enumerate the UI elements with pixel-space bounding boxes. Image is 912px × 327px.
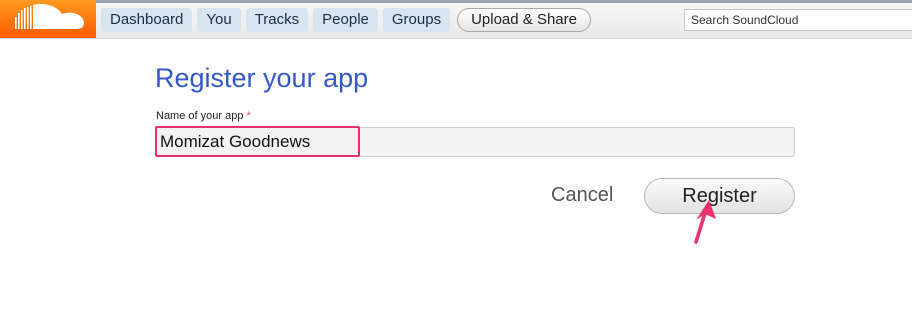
app-name-input[interactable] [157,128,794,156]
nav-people[interactable]: People [313,8,378,32]
soundcloud-logo-icon[interactable] [0,0,96,38]
pointer-arrow-icon [694,200,716,244]
app-name-field [156,127,795,157]
page: Dashboard You Tracks People Groups Uploa… [0,0,912,327]
window-top-strip [0,0,912,3]
top-navigation-bar: Dashboard You Tracks People Groups Uploa… [0,0,912,39]
nav-you[interactable]: You [197,8,241,32]
nav-dashboard[interactable]: Dashboard [101,8,193,32]
page-title: Register your app [155,63,369,93]
cancel-link[interactable]: Cancel [551,184,613,207]
app-name-label-text: Name of your app [156,110,244,122]
required-indicator: * [246,110,251,122]
register-button[interactable]: Register [644,178,795,214]
nav-tracks[interactable]: Tracks [245,8,309,32]
primary-nav: Dashboard You Tracks People Groups Uploa… [101,8,591,32]
search-input[interactable] [684,9,912,31]
app-name-label: Name of your app * [156,110,251,122]
nav-groups[interactable]: Groups [382,8,451,32]
upload-share-button[interactable]: Upload & Share [457,8,591,32]
